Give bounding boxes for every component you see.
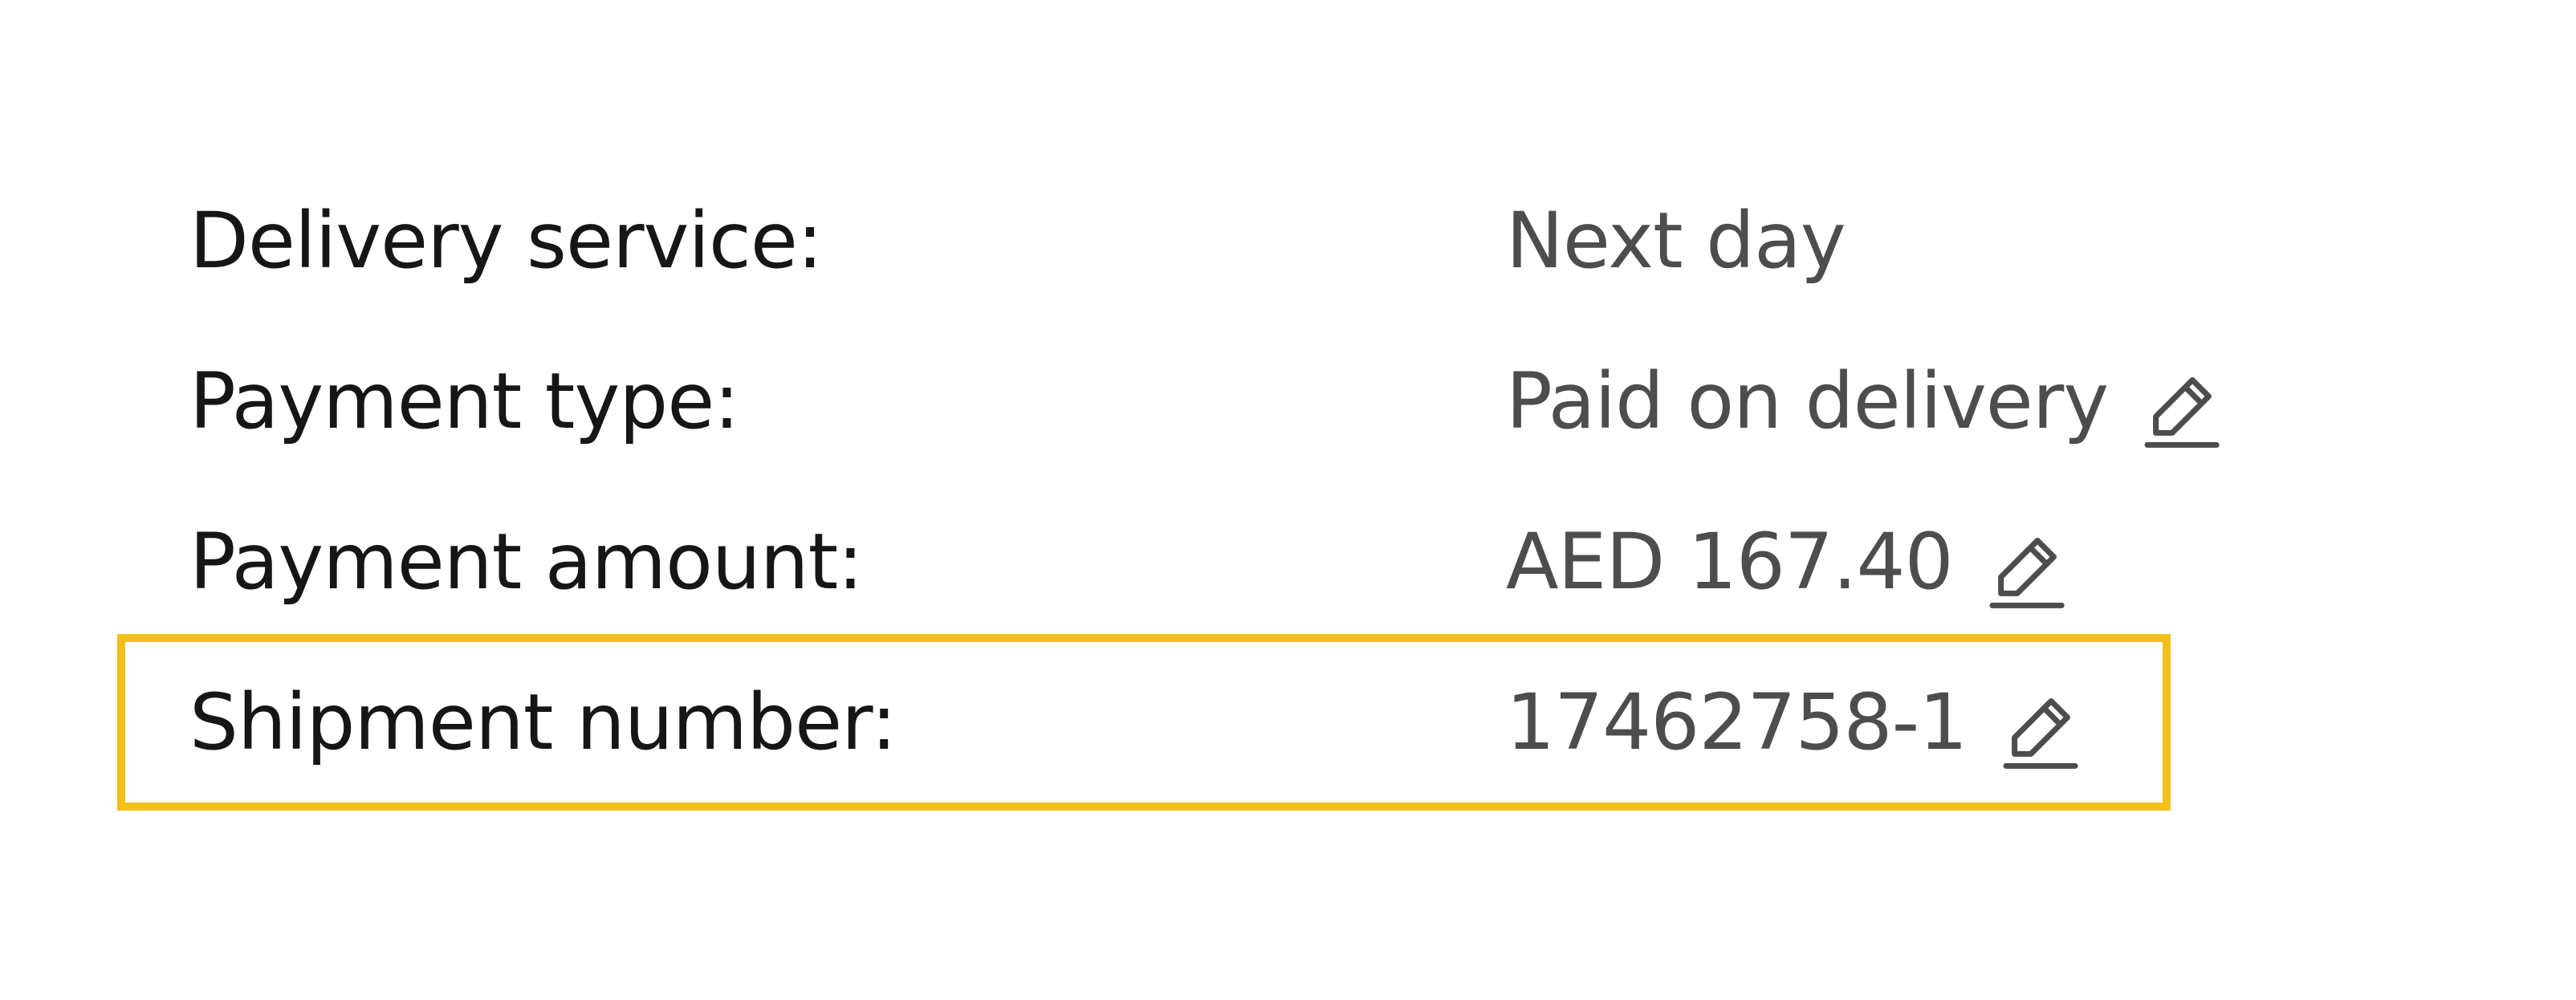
payment-type-row: Payment type: Paid on delivery — [0, 321, 2576, 482]
edit-shipment-number-button[interactable] — [1997, 686, 2082, 771]
delivery-service-row: Delivery service: Next day — [0, 161, 2576, 321]
shipment-number-value-group: 17462758-1 — [1506, 642, 2082, 803]
pencil-icon — [2003, 698, 2079, 769]
delivery-service-label: Delivery service: — [189, 196, 823, 286]
edit-payment-type-button[interactable] — [2139, 365, 2224, 450]
delivery-service-value-group: Next day — [1506, 161, 1846, 321]
edit-payment-amount-button[interactable] — [1984, 526, 2069, 611]
payment-type-value-group: Paid on delivery — [1506, 321, 2224, 482]
delivery-service-value: Next day — [1506, 196, 1846, 286]
payment-type-value: Paid on delivery — [1506, 356, 2109, 446]
payment-amount-value: AED 167.40 — [1506, 517, 1954, 607]
shipment-number-row: Shipment number: 17462758-1 — [0, 642, 2576, 803]
payment-amount-value-group: AED 167.40 — [1506, 482, 2069, 642]
shipment-number-value: 17462758-1 — [1506, 677, 1968, 767]
payment-amount-label: Payment amount: — [189, 517, 864, 607]
pencil-icon — [2144, 377, 2220, 448]
pencil-icon — [1989, 538, 2065, 608]
payment-amount-row: Payment amount: AED 167.40 — [0, 482, 2576, 642]
shipment-details-panel: { "details": [ {"label": "Delivery servi… — [0, 0, 2576, 1000]
shipment-number-label: Shipment number: — [189, 677, 897, 767]
payment-type-label: Payment type: — [189, 356, 740, 446]
